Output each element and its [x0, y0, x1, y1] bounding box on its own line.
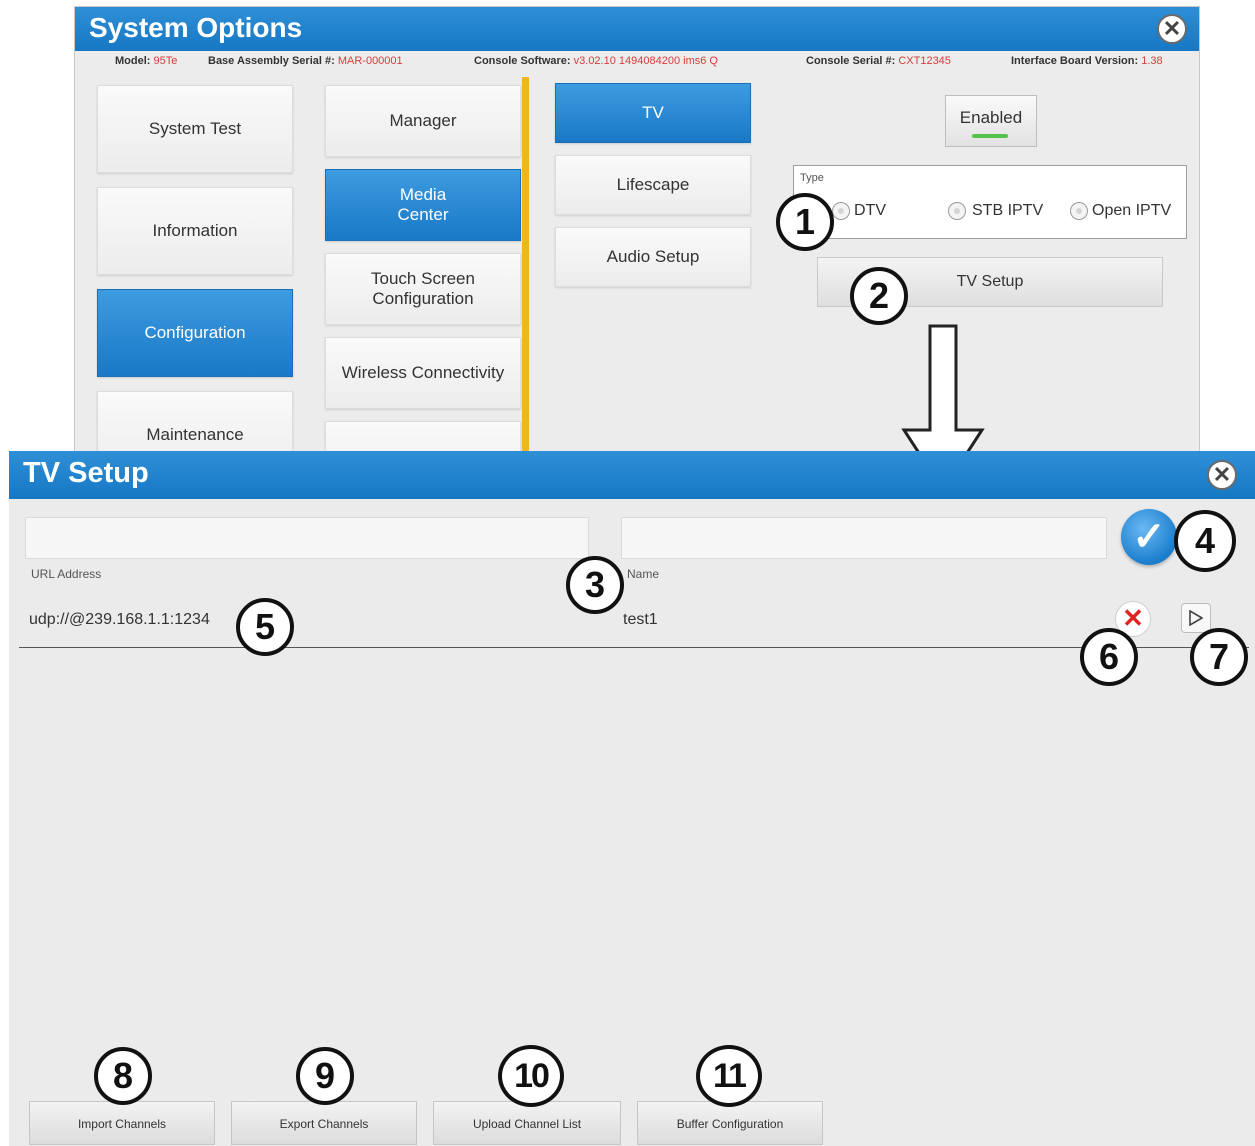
callout-8: 8 [94, 1047, 152, 1105]
nav-maintenance[interactable]: Maintenance [97, 391, 293, 457]
callout-7: 7 [1190, 628, 1248, 686]
tv-setup-window: TV Setup ✕ URL Address Name ✓ udp://@239… [9, 451, 1255, 1146]
nav-configuration[interactable]: Configuration [97, 289, 293, 377]
system-info-bar: Model: 95Te Base Assembly Serial #: MAR-… [75, 55, 1199, 71]
checkmark-icon[interactable]: ✓ [1121, 509, 1177, 565]
radio-dtv-label: DTV [854, 202, 886, 219]
tab-tv[interactable]: TV [555, 83, 751, 143]
tv-setup-titlebar [9, 451, 1255, 499]
play-icon[interactable] [1181, 603, 1211, 633]
row-divider [19, 647, 1249, 648]
enabled-indicator [972, 134, 1008, 138]
tab-audio-setup[interactable]: Audio Setup [555, 227, 751, 287]
console-software-value: v3.02.10 1494084200 ims6 Q [573, 55, 718, 67]
radio-open-iptv-label: Open IPTV [1092, 202, 1172, 219]
radio-stb-iptv[interactable] [948, 202, 966, 220]
radio-dtv[interactable] [832, 202, 850, 220]
name-input[interactable] [621, 517, 1107, 559]
callout-1: 1 [776, 193, 834, 251]
callout-6: 6 [1080, 628, 1138, 686]
nav-touch-screen-configuration[interactable]: Touch Screen Configuration [325, 253, 521, 325]
scroll-indicator [522, 77, 529, 457]
type-group: Type DTV STB IPTV Open IPTV [793, 165, 1187, 239]
callout-3: 3 [566, 556, 624, 614]
name-label: Name [627, 567, 660, 581]
upload-channel-list-button[interactable]: Upload Channel List [433, 1101, 621, 1145]
base-serial-value: MAR-000001 [337, 55, 403, 67]
callout-9: 9 [296, 1047, 354, 1105]
model-label: Model: [115, 55, 151, 67]
url-address-input[interactable] [25, 517, 589, 559]
console-serial-value: CXT12345 [898, 55, 951, 67]
board-version-value: 1.38 [1141, 55, 1163, 67]
callout-4: 4 [1174, 510, 1236, 572]
nav-information[interactable]: Information [97, 187, 293, 275]
system-options-title: System Options [89, 12, 303, 43]
radio-stb-iptv-label: STB IPTV [972, 202, 1044, 219]
callout-2: 2 [850, 267, 908, 325]
callout-11: 11 [696, 1045, 762, 1107]
nav-media-center[interactable]: Media Center [325, 169, 521, 241]
enabled-toggle[interactable]: Enabled [945, 95, 1037, 147]
buffer-configuration-button[interactable]: Buffer Configuration [637, 1101, 823, 1145]
callout-10: 10 [498, 1045, 564, 1107]
base-serial-label: Base Assembly Serial #: [208, 55, 335, 67]
channel-row-name: test1 [623, 611, 658, 628]
console-serial-label: Console Serial #: [806, 55, 896, 67]
tv-setup-title: TV Setup [23, 457, 149, 489]
console-software-label: Console Software: [474, 55, 571, 67]
system-options-window: System Options ✕ Model: 95Te Base Assemb… [74, 6, 1200, 458]
tab-lifescape[interactable]: Lifescape [555, 155, 751, 215]
channel-row-url: udp://@239.168.1.1:1234 [29, 611, 210, 628]
close-icon[interactable]: ✕ [1157, 14, 1187, 44]
export-channels-button[interactable]: Export Channels [231, 1101, 417, 1145]
close-icon[interactable]: ✕ [1207, 460, 1237, 490]
enabled-label: Enabled [959, 108, 1023, 127]
nav-wireless-connectivity[interactable]: Wireless Connectivity [325, 337, 521, 409]
type-label: Type [800, 172, 824, 184]
callout-5: 5 [236, 598, 294, 656]
import-channels-button[interactable]: Import Channels [29, 1101, 215, 1145]
model-value: 95Te [153, 55, 178, 67]
nav-manager[interactable]: Manager [325, 85, 521, 157]
nav-system-test[interactable]: System Test [97, 85, 293, 173]
url-address-label: URL Address [31, 567, 102, 581]
radio-open-iptv[interactable] [1070, 202, 1088, 220]
board-version-label: Interface Board Version: [1011, 55, 1139, 67]
